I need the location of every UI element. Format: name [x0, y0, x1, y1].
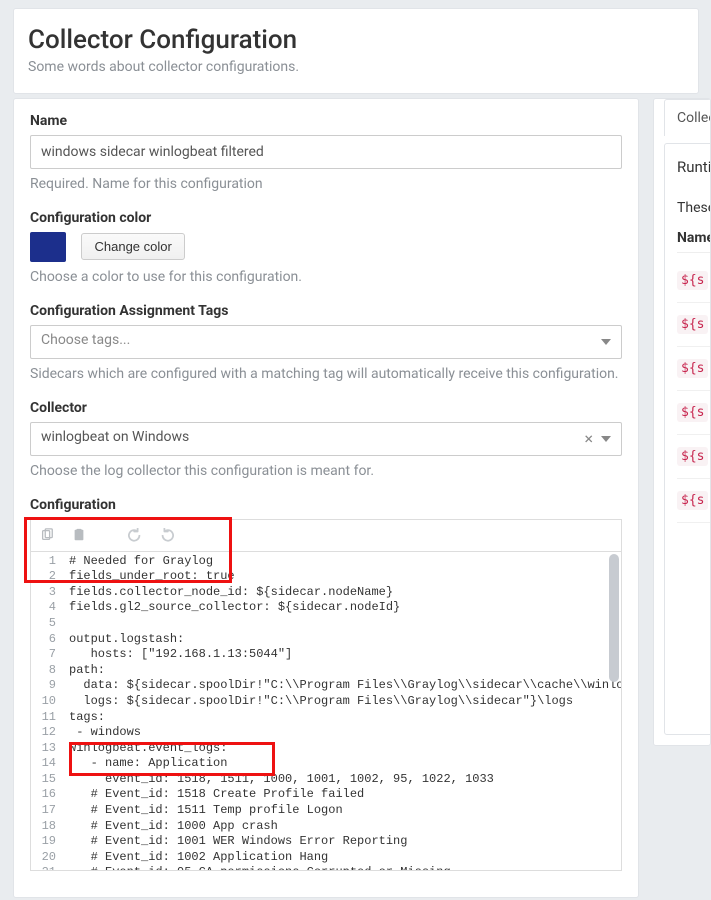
line-number: 21	[37, 865, 56, 870]
side-panel: Collector Runtime These Name ${s${s${s${…	[653, 98, 711, 746]
code-editor[interactable]: 1234567891011121314151617181920212223242…	[30, 551, 622, 871]
clear-icon[interactable]: ×	[584, 431, 593, 447]
line-number: 17	[37, 803, 56, 819]
code-line[interactable]: - name: Application	[69, 756, 617, 772]
code-line[interactable]: # Event_id: 1002 Application Hang	[69, 850, 617, 866]
side-row: ${s	[677, 435, 711, 479]
collector-select[interactable]: winlogbeat on Windows ×	[30, 422, 622, 456]
line-number: 16	[37, 787, 56, 803]
code-line[interactable]: fields_under_root: true	[69, 569, 617, 585]
line-number: 4	[37, 600, 56, 616]
side-row: ${s	[677, 259, 711, 303]
page-subtitle: Some words about collector configuration…	[28, 59, 684, 75]
line-number: 19	[37, 834, 56, 850]
line-number: 10	[37, 694, 56, 710]
collector-label: Collector	[30, 400, 622, 416]
copy-icon[interactable]	[39, 527, 55, 543]
config-group: Configuration 12345678910111213141516171…	[30, 497, 622, 871]
tags-select[interactable]: Choose tags...	[30, 325, 622, 359]
color-group: Configuration color Change color Choose …	[30, 210, 622, 287]
side-row: ${s	[677, 479, 711, 523]
variable-token[interactable]: ${s	[677, 315, 708, 334]
tags-group: Configuration Assignment Tags Choose tag…	[30, 303, 622, 384]
collector-group: Collector winlogbeat on Windows × Choose…	[30, 400, 622, 481]
code-line[interactable]: # Needed for Graylog	[69, 554, 617, 570]
variable-token[interactable]: ${s	[677, 359, 708, 378]
line-number: 7	[37, 647, 56, 663]
collector-help: Choose the log collector this configurat…	[30, 462, 622, 481]
line-number: 12	[37, 725, 56, 741]
tags-help: Sidecars which are configured with a mat…	[30, 365, 622, 384]
code-line[interactable]: winlogbeat.event_logs:	[69, 741, 617, 757]
code-line[interactable]: hosts: ["192.168.1.13:5044"]	[69, 647, 617, 663]
side-inner: Runtime These Name ${s ${s ${s ${s ${s ${s	[664, 143, 711, 735]
variable-token[interactable]: ${s	[677, 403, 708, 422]
line-number: 8	[37, 663, 56, 679]
change-color-button[interactable]: Change color	[81, 233, 184, 260]
page-title: Collector Configuration	[28, 25, 684, 55]
color-swatch[interactable]	[30, 232, 66, 262]
tags-placeholder: Choose tags...	[41, 332, 130, 348]
code-line[interactable]: data: ${sidecar.spoolDir!"C:\\Program Fi…	[69, 678, 617, 694]
side-tokens: ${s ${s ${s ${s ${s ${s	[677, 259, 711, 523]
line-number: 13	[37, 741, 56, 757]
redo-icon[interactable]	[159, 527, 175, 543]
side-these: These	[677, 200, 711, 216]
name-label: Name	[30, 113, 622, 129]
code-line[interactable]: # Event_id: 1518 Create Profile failed	[69, 787, 617, 803]
line-number: 11	[37, 710, 56, 726]
config-label: Configuration	[30, 497, 622, 513]
color-label: Configuration color	[30, 210, 622, 226]
code-line[interactable]: path:	[69, 663, 617, 679]
line-number: 1	[37, 554, 56, 570]
collector-value: winlogbeat on Windows	[41, 429, 189, 445]
code-line[interactable]: # Event_id: 1511 Temp profile Logon	[69, 803, 617, 819]
line-number: 14	[37, 756, 56, 772]
line-number: 15	[37, 772, 56, 788]
variable-token[interactable]: ${s	[677, 447, 708, 466]
code-line[interactable]: output.logstash:	[69, 632, 617, 648]
editor-gutter: 1234567891011121314151617181920212223242…	[31, 552, 65, 870]
paste-icon[interactable]	[71, 527, 87, 543]
side-row: ${s	[677, 303, 711, 347]
side-tab[interactable]: Collector	[664, 99, 711, 136]
line-number: 18	[37, 819, 56, 835]
code-line[interactable]: - windows	[69, 725, 617, 741]
code-line[interactable]: fields.collector_node_id: ${sidecar.node…	[69, 585, 617, 601]
chevron-down-icon	[601, 339, 611, 345]
tags-label: Configuration Assignment Tags	[30, 303, 622, 319]
code-line[interactable]: event_id: 1518, 1511, 1000, 1001, 1002, …	[69, 772, 617, 788]
line-number: 5	[37, 616, 56, 632]
line-number: 6	[37, 632, 56, 648]
side-row: ${s	[677, 347, 711, 391]
code-line[interactable]	[69, 616, 617, 632]
variable-token[interactable]: ${s	[677, 491, 708, 510]
code-line[interactable]: fields.gl2_source_collector: ${sidecar.n…	[69, 600, 617, 616]
code-line[interactable]: logs: ${sidecar.spoolDir!"C:\\Program Fi…	[69, 694, 617, 710]
editor-toolbar	[30, 519, 622, 551]
side-row: ${s	[677, 391, 711, 435]
code-line[interactable]: tags:	[69, 710, 617, 726]
editor-code[interactable]: # Needed for Graylogfields_under_root: t…	[65, 552, 621, 870]
code-line[interactable]: # Event_id: 1000 App crash	[69, 819, 617, 835]
side-name-column: Name	[677, 230, 711, 253]
name-group: Name Required. Name for this configurati…	[30, 113, 622, 194]
color-help: Choose a color to use for this configura…	[30, 268, 622, 287]
name-input[interactable]	[30, 135, 622, 169]
main-panel: Name Required. Name for this configurati…	[13, 98, 639, 898]
line-number: 20	[37, 850, 56, 866]
variable-token[interactable]: ${s	[677, 271, 708, 290]
undo-icon[interactable]	[127, 527, 143, 543]
code-line[interactable]: # Event_id: 1001 WER Windows Error Repor…	[69, 834, 617, 850]
line-number: 9	[37, 678, 56, 694]
chevron-down-icon	[601, 436, 611, 442]
line-number: 2	[37, 569, 56, 585]
side-runtime-heading: Runtime	[677, 158, 711, 176]
page-header: Collector Configuration Some words about…	[13, 8, 699, 94]
code-line[interactable]: # Event_id: 95 CA permissions Corrupted …	[69, 865, 617, 869]
editor-scrollbar[interactable]	[609, 554, 619, 682]
line-number: 3	[37, 585, 56, 601]
name-help: Required. Name for this configuration	[30, 175, 622, 194]
